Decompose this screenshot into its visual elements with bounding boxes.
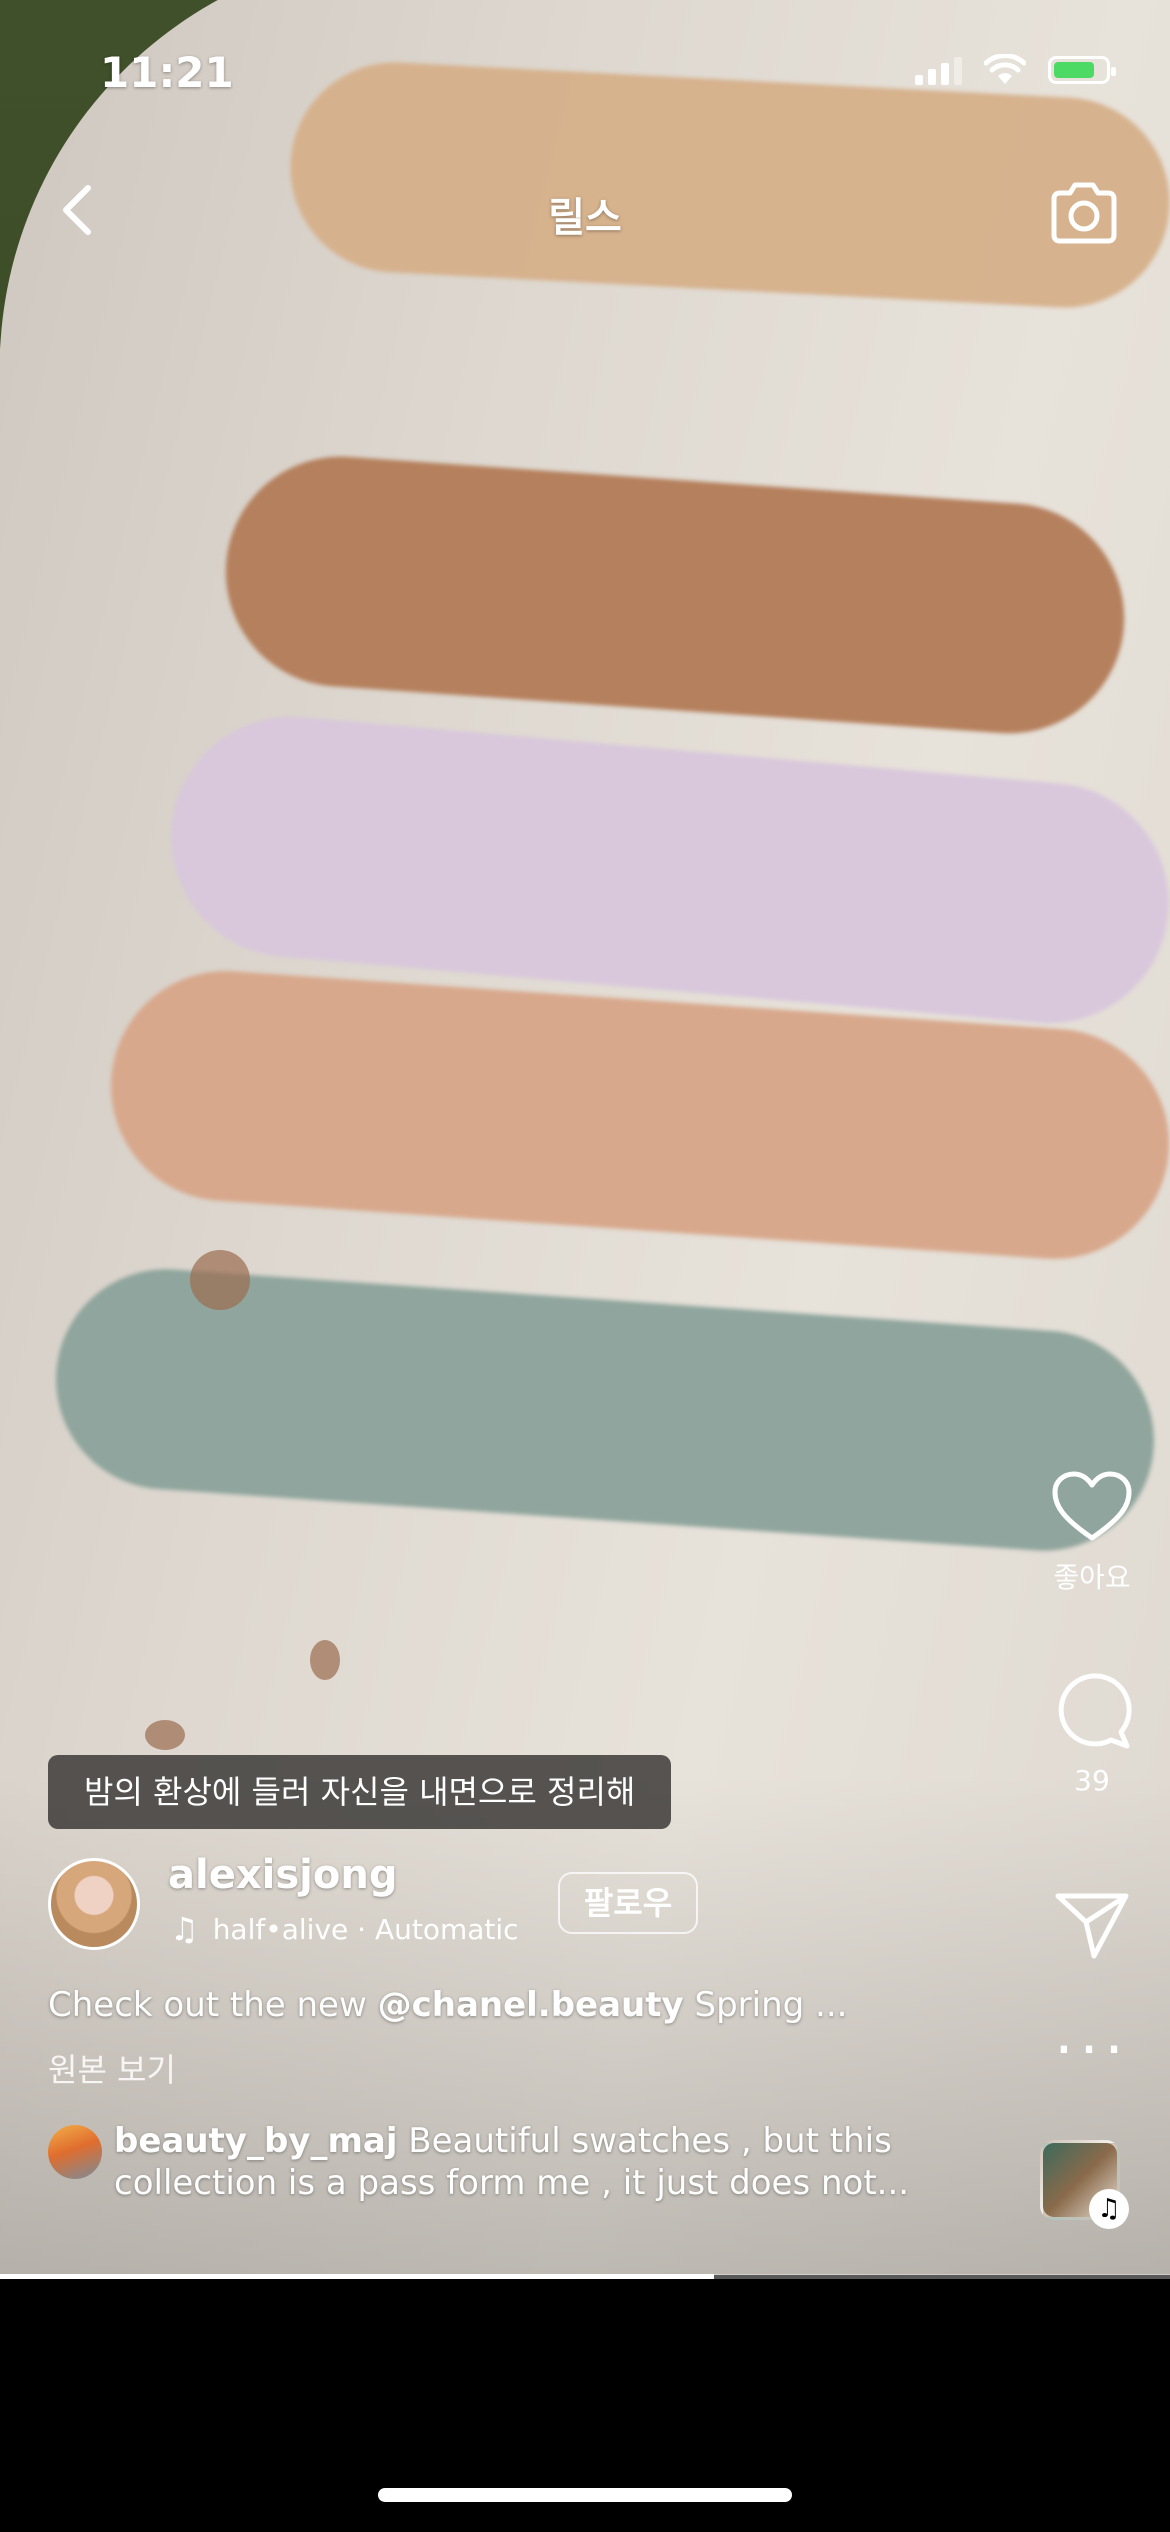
comment-count: 39 (1074, 1764, 1110, 1797)
follow-button[interactable]: 팔로우 (558, 1872, 698, 1934)
audio-track-label: half•alive · Automatic (212, 1912, 519, 1946)
stray-pigment (145, 1720, 185, 1750)
status-time: 11:21 (100, 48, 234, 97)
author-avatar[interactable] (48, 1858, 140, 1950)
like-action[interactable]: 좋아요 (1034, 1470, 1150, 1596)
audio-track[interactable]: ♫ half•alive · Automatic (170, 1910, 519, 1948)
stray-pigment (310, 1640, 340, 1680)
commenter-avatar[interactable] (48, 2125, 102, 2179)
status-icons (915, 54, 1116, 86)
like-label: 좋아요 (1053, 1561, 1131, 1594)
playback-progress-bar[interactable] (0, 2274, 1170, 2279)
more-options-icon[interactable]: ··· (1034, 2020, 1150, 2080)
cellular-signal-icon (915, 55, 962, 85)
commenter-username[interactable]: beauty_by_maj (114, 2121, 398, 2161)
battery-level (1054, 62, 1094, 78)
music-note-icon: ♫ (170, 1910, 199, 1948)
caption-suffix: Spring ... (683, 1985, 848, 2025)
battery-icon (1048, 56, 1116, 84)
wifi-icon (984, 54, 1026, 84)
top-comment[interactable]: beauty_by_maj Beautiful swatches , but t… (114, 2120, 914, 2204)
home-indicator[interactable] (378, 2488, 792, 2502)
stray-pigment (190, 1250, 250, 1310)
caption-mention[interactable]: @chanel.beauty (378, 1985, 684, 2025)
audio-thumbnail[interactable]: ♫ (1040, 2140, 1129, 2229)
camera-icon[interactable] (1046, 175, 1122, 251)
comment-action[interactable]: 39 (1034, 1670, 1150, 1797)
send-icon[interactable] (1052, 1890, 1132, 1962)
music-note-icon: ♫ (1089, 2189, 1129, 2229)
playback-progress-fill (0, 2274, 714, 2279)
page-title: 릴스 (548, 195, 622, 241)
heart-icon[interactable] (1051, 1470, 1133, 1544)
post-caption[interactable]: Check out the new @chanel.beauty Spring … (48, 1985, 847, 2025)
video-subtitle: 밤의 환상에 들러 자신을 내면으로 정리해 (48, 1755, 672, 1829)
view-original-link[interactable]: 원본 보기 (48, 2045, 176, 2091)
caption-prefix: Check out the new (48, 1985, 378, 2025)
share-action[interactable] (1034, 1890, 1150, 1966)
comment-bubble-icon[interactable] (1051, 1670, 1133, 1752)
author-username[interactable]: alexisjong (168, 1852, 397, 1898)
